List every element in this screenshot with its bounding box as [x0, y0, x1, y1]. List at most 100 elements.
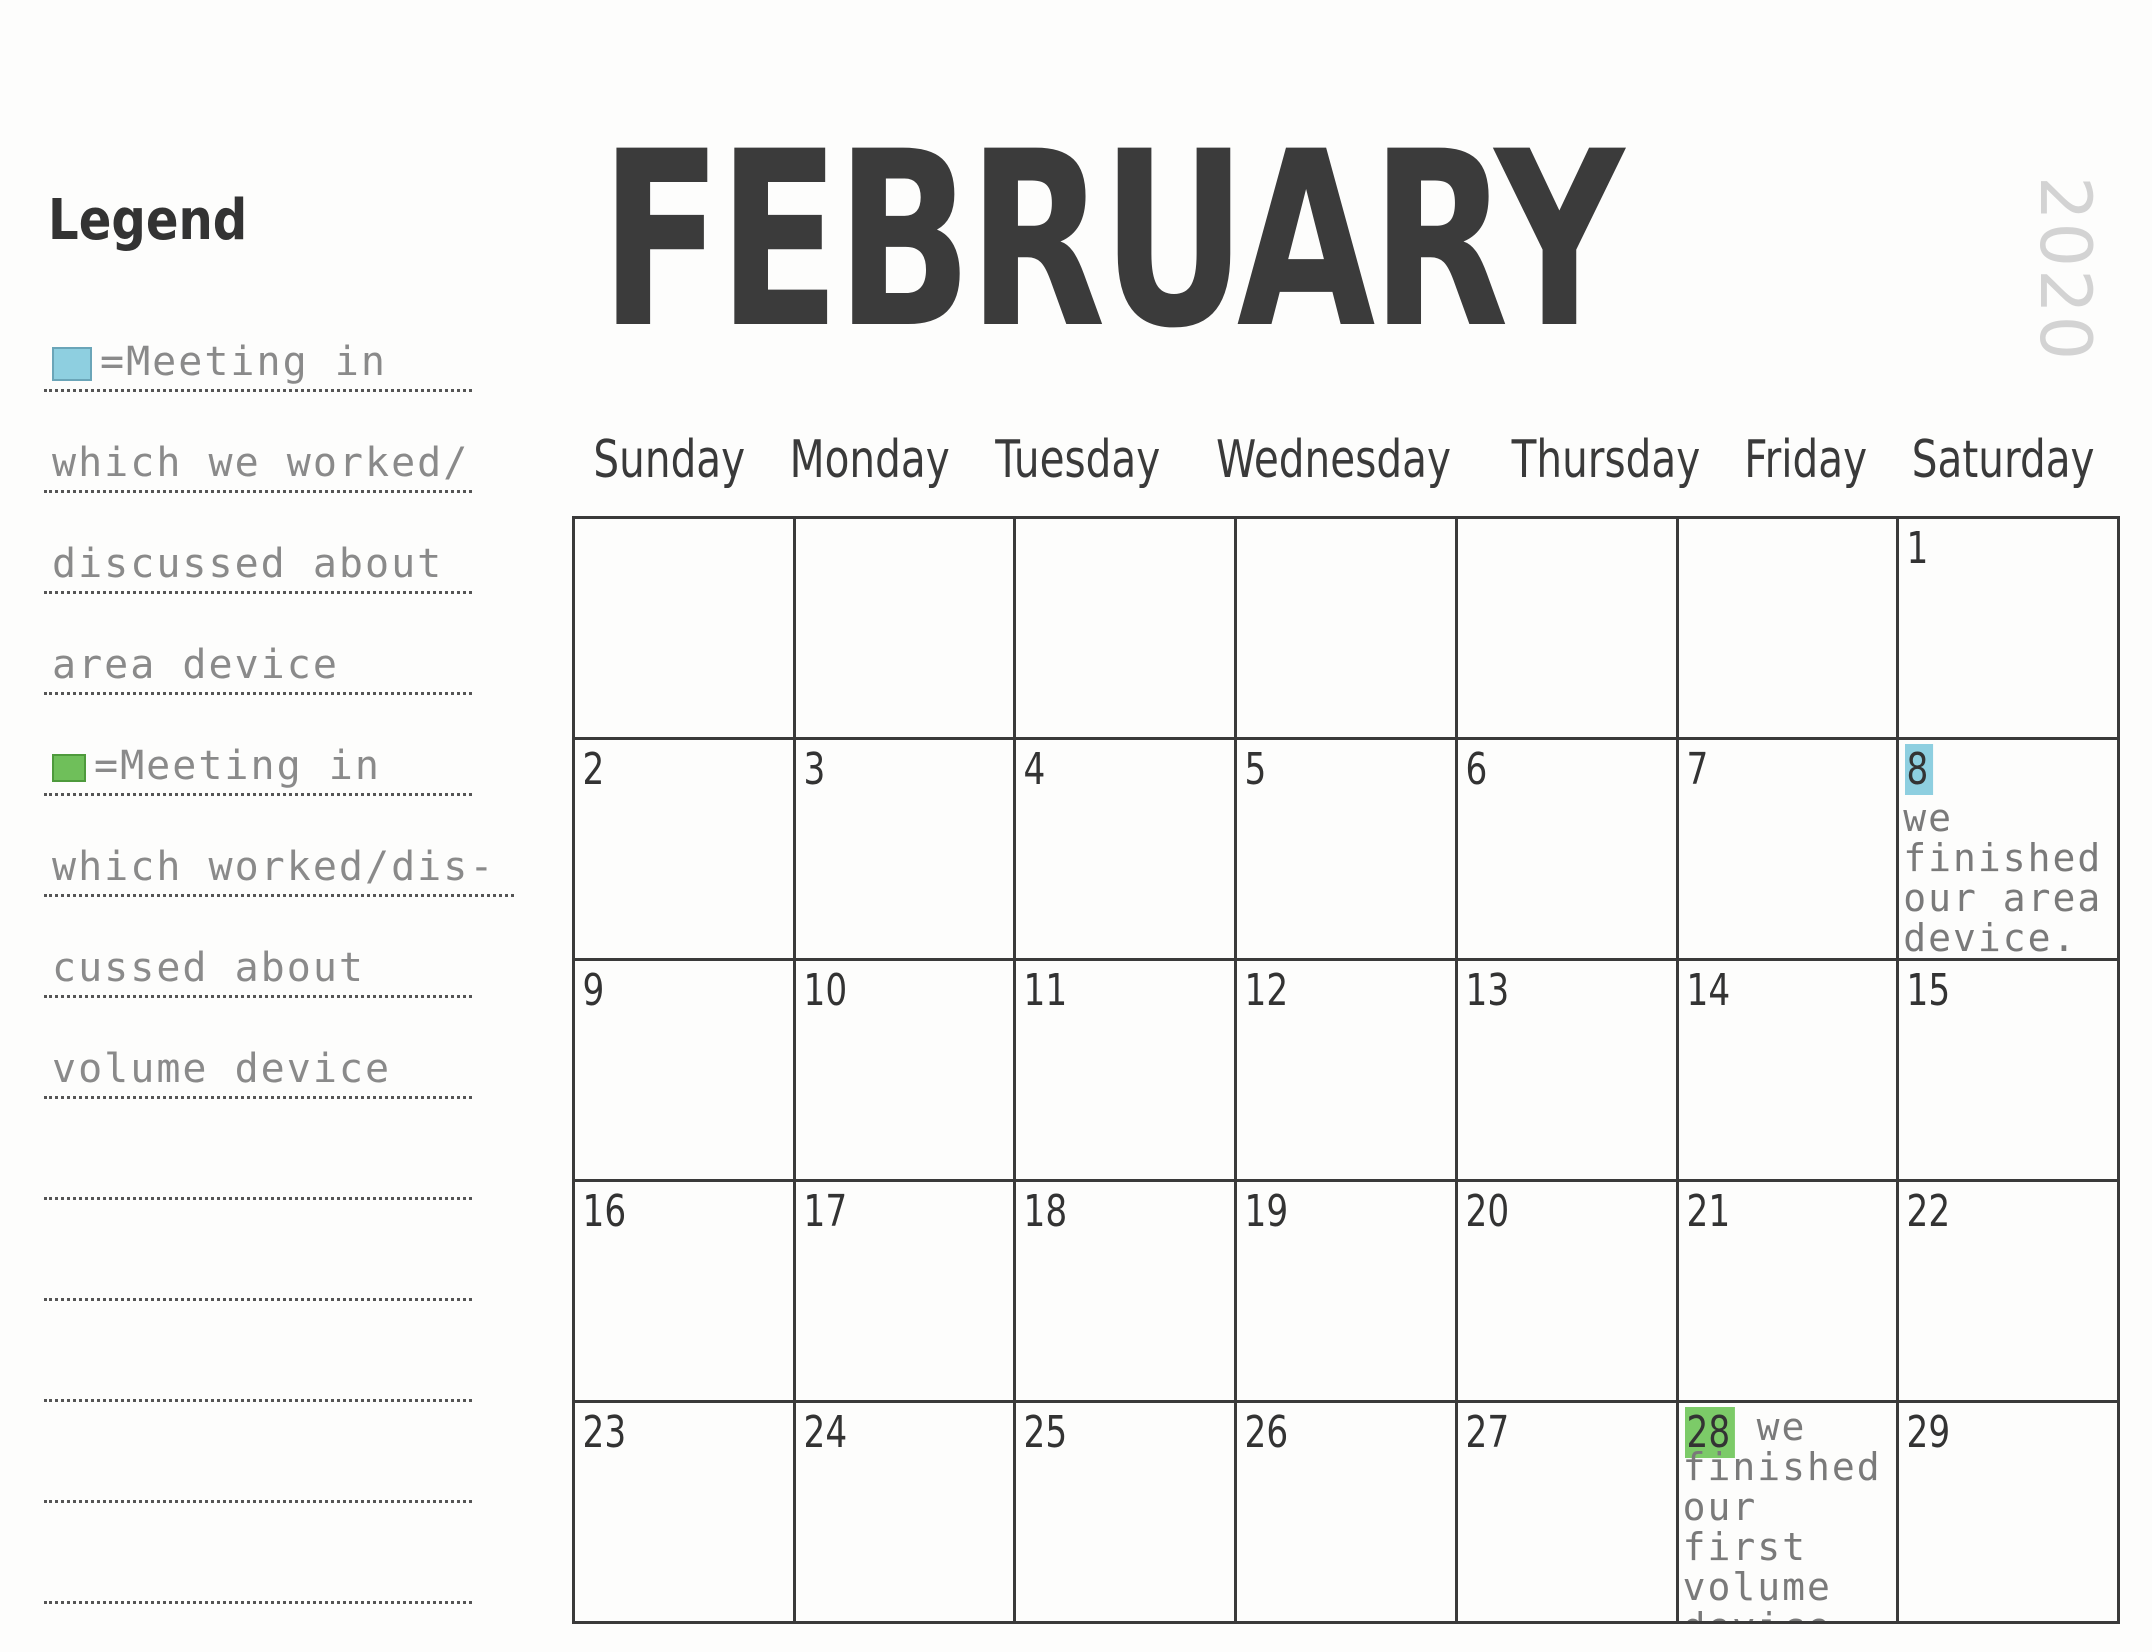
legend-line: =Meeting in	[44, 291, 472, 392]
day-number: 19	[1244, 1186, 1289, 1237]
day-number: 27	[1465, 1407, 1510, 1458]
day-cell	[1678, 519, 1900, 740]
weekday-monday: Monday	[789, 430, 950, 490]
legend-line-label: area device	[52, 642, 339, 688]
legend-line	[44, 1503, 472, 1604]
legend: Legend =Meeting in which we worked/discus…	[44, 188, 514, 1604]
day-cell: 16	[575, 1182, 796, 1403]
green-swatch	[52, 754, 86, 782]
legend-line-text: which we worked/	[52, 440, 469, 486]
legend-line	[44, 1402, 472, 1503]
day-cell: 10	[795, 961, 1017, 1182]
weekday-thursday: Thursday	[1511, 430, 1700, 490]
legend-line: area device	[44, 594, 472, 695]
day-cell: 21	[1678, 1182, 1900, 1403]
legend-line-label: =Meeting in	[94, 743, 381, 789]
day-cell: 20	[1457, 1182, 1679, 1403]
day-cell	[1457, 519, 1679, 740]
month-title: FEBRUARY	[600, 100, 1624, 382]
day-number: 16	[582, 1186, 627, 1237]
day-number: 3	[803, 744, 826, 795]
day-number: 26	[1244, 1407, 1289, 1458]
day-number: 20	[1465, 1186, 1510, 1237]
day-cell: 17	[795, 1182, 1017, 1403]
legend-line-label: which worked/dis-	[52, 844, 496, 890]
legend-line-text: =Meeting in	[52, 743, 381, 789]
day-cell: 2	[575, 740, 796, 961]
legend-line	[44, 1200, 472, 1301]
legend-line-text: discussed about	[52, 541, 443, 587]
day-number: 4	[1023, 744, 1046, 795]
legend-line	[44, 1099, 472, 1200]
day-cell: 3	[795, 740, 1017, 961]
day-number: 21	[1686, 1186, 1730, 1237]
handwritten-note: we finished our area device.	[1903, 796, 2103, 960]
day-number: 2	[582, 744, 605, 795]
legend-line: volume device	[44, 998, 472, 1099]
year-label: 2020	[2024, 176, 2106, 363]
calendar-grid: 1 2 3 4 5 6 7 8 we finished our area device. 9 10 1…	[572, 516, 2120, 1624]
day-cell: 18	[1016, 1182, 1238, 1403]
day-number: 18	[1023, 1186, 1068, 1237]
legend-line-label: which we worked/	[52, 440, 470, 486]
day-cell: 24	[795, 1403, 1017, 1624]
weekday-sunday: Sunday	[593, 430, 746, 490]
day-cell	[1016, 519, 1238, 740]
legend-line-label: volume device	[52, 1046, 392, 1092]
day-number: 23	[582, 1407, 627, 1458]
day-cell: 19	[1237, 1182, 1458, 1403]
day-number: 17	[803, 1186, 847, 1237]
legend-line: which worked/dis-	[44, 796, 514, 897]
day-cell: 1	[1899, 519, 2120, 740]
day-number: 7	[1686, 744, 1708, 795]
day-number: 13	[1465, 965, 1510, 1016]
day-number: 5	[1244, 744, 1267, 795]
handwritten-note: we finished our first volume device	[1682, 1405, 1882, 1621]
day-cell	[1237, 519, 1458, 740]
legend-line: cussed about	[44, 897, 472, 998]
day-number: 25	[1023, 1407, 1068, 1458]
day-cell: 25	[1016, 1403, 1238, 1624]
day-number: 8	[1905, 744, 1934, 795]
legend-line-label: discussed about	[52, 541, 444, 587]
day-cell: 7	[1678, 740, 1900, 961]
legend-line-label: cussed about	[52, 945, 365, 991]
weekday-saturday: Saturday	[1911, 430, 2095, 490]
day-cell: 8 we finished our area device.	[1899, 740, 2120, 961]
weekday-wednesday: Wednesday	[1216, 430, 1452, 490]
day-number: 22	[1906, 1186, 1951, 1237]
day-cell: 23	[575, 1403, 796, 1624]
legend-line: =Meeting in	[44, 695, 472, 796]
legend-line-text: area device	[52, 642, 339, 688]
day-number: 10	[803, 965, 847, 1016]
day-number: 11	[1023, 965, 1068, 1016]
legend-line-text: volume device	[52, 1046, 391, 1092]
legend-line-text: cussed about	[52, 945, 365, 991]
day-cell: 29	[1899, 1403, 2120, 1624]
day-number: 1	[1906, 523, 1929, 574]
day-cell: 28we finished our first volume device	[1678, 1403, 1900, 1624]
legend-line: which we worked/	[44, 392, 472, 493]
day-cell: 9	[575, 961, 796, 1182]
weekday-tuesday: Tuesday	[995, 430, 1161, 490]
day-number: 15	[1906, 965, 1951, 1016]
legend-title: Legend	[48, 188, 248, 253]
legend-line-text: which worked/dis-	[52, 844, 495, 890]
day-cell: 13	[1457, 961, 1679, 1182]
day-cell: 12	[1237, 961, 1458, 1182]
legend-line-text: =Meeting in	[52, 339, 387, 385]
day-cell	[795, 519, 1017, 740]
day-cell: 5	[1237, 740, 1458, 961]
legend-line	[44, 1301, 472, 1402]
day-cell: 26	[1237, 1403, 1458, 1624]
day-cell: 6	[1457, 740, 1679, 961]
day-cell	[575, 519, 796, 740]
day-number: 6	[1465, 744, 1488, 795]
day-number: 29	[1906, 1407, 1951, 1458]
blue-swatch	[52, 347, 92, 381]
day-cell: 4	[1016, 740, 1238, 961]
weekday-friday: Friday	[1744, 430, 1868, 490]
day-cell: 22	[1899, 1182, 2120, 1403]
day-cell: 27	[1457, 1403, 1679, 1624]
day-cell: 11	[1016, 961, 1238, 1182]
